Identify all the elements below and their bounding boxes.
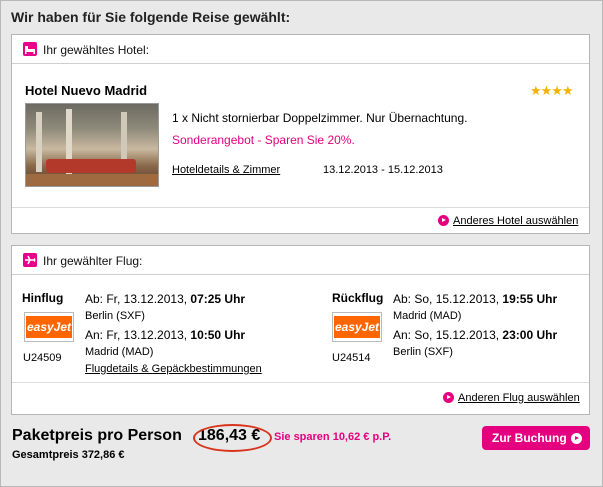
- hotel-panel-header: Ihr gewähltes Hotel:: [12, 35, 589, 64]
- return-departure-airport: Madrid (MAD): [393, 310, 462, 322]
- arrow-circle-icon: [443, 392, 454, 403]
- change-hotel-link[interactable]: Anderes Hotel auswählen: [438, 215, 578, 227]
- outbound-label: Hinflug: [22, 291, 64, 305]
- return-flight-number: U24514: [332, 352, 371, 364]
- plane-icon: [23, 253, 37, 267]
- highlight-circle: [193, 424, 272, 452]
- flight-panel: Ihr gewählter Flug: Hinflug easyJet U245…: [11, 245, 590, 415]
- arrow-circle-icon: [438, 215, 449, 226]
- outbound-arrival: An: Fr, 13.12.2013, 10:50 Uhr: [85, 328, 246, 342]
- star-rating: ★★★★: [530, 83, 574, 98]
- flight-panel-header: Ihr gewählter Flug:: [12, 246, 589, 275]
- flight-details-link[interactable]: Flugdetails & Gepäckbestimmungen: [85, 363, 262, 375]
- hotel-name: Hotel Nuevo Madrid: [25, 83, 148, 98]
- easyjet-logo: easyJet: [332, 312, 382, 342]
- special-offer: Sonderangebot - Sparen Sie 20%.: [172, 133, 355, 147]
- stay-dates: 13.12.2013 - 15.12.2013: [323, 164, 443, 176]
- room-description: 1 x Nicht stornierbar Doppelzimmer. Nur …: [172, 111, 468, 125]
- easyjet-logo: easyJet: [24, 312, 74, 342]
- outbound-departure-airport: Berlin (SXF): [85, 310, 145, 322]
- change-flight-link[interactable]: Anderen Flug auswählen: [443, 392, 580, 404]
- total-price: Gesamtpreis 372,86 €: [12, 449, 125, 461]
- hotel-details-link[interactable]: Hoteldetails & Zimmer: [172, 164, 280, 176]
- outbound-flight-number: U24509: [23, 352, 62, 364]
- outbound-arrival-airport: Madrid (MAD): [85, 346, 154, 358]
- page-title: Wir haben für Sie folgende Reise gewählt…: [11, 9, 291, 25]
- package-price-label: Paketpreis pro Person: [12, 427, 182, 444]
- savings-text: Sie sparen 10,62 € p.P.: [274, 431, 392, 443]
- hotel-image[interactable]: [25, 103, 159, 187]
- divider: [12, 382, 589, 383]
- divider: [12, 207, 589, 208]
- flight-section-label: Ihr gewählter Flug:: [43, 254, 143, 268]
- package-summary: Wir haben für Sie folgende Reise gewählt…: [0, 0, 603, 487]
- return-departure: Ab: So, 15.12.2013, 19:55 Uhr: [393, 292, 558, 306]
- outbound-departure: Ab: Fr, 13.12.2013, 07:25 Uhr: [85, 292, 246, 306]
- hotel-section-label: Ihr gewähltes Hotel:: [43, 43, 150, 57]
- book-button[interactable]: Zur Buchung: [482, 426, 590, 450]
- return-arrival: An: So, 15.12.2013, 23:00 Uhr: [393, 328, 558, 342]
- arrow-circle-icon: [570, 433, 582, 444]
- return-label: Rückflug: [332, 291, 384, 305]
- return-arrival-airport: Berlin (SXF): [393, 346, 453, 358]
- hotel-panel: Ihr gewähltes Hotel: Hotel Nuevo Madrid …: [11, 34, 590, 234]
- bed-icon: [23, 42, 37, 56]
